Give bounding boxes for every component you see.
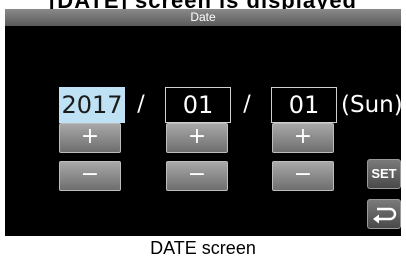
figure-caption: DATE screen [150, 238, 256, 258]
month-decrement-button[interactable]: − [166, 161, 228, 191]
date-separator: / [137, 92, 145, 117]
date-screen: Date 2017 / 01 / 01 (Sun) + + + − − − SE… [5, 9, 401, 236]
day-decrement-button[interactable]: − [272, 161, 334, 191]
date-separator: / [243, 92, 251, 117]
year-field[interactable]: 2017 [59, 87, 125, 123]
set-button[interactable]: SET [367, 159, 401, 189]
weekday-label: (Sun) [341, 92, 401, 118]
year-decrement-button[interactable]: − [59, 161, 121, 191]
month-increment-button[interactable]: + [166, 123, 228, 153]
screen-title: Date [5, 9, 401, 26]
month-field[interactable]: 01 [165, 87, 231, 123]
year-increment-button[interactable]: + [59, 123, 121, 153]
return-arrow-icon [373, 207, 397, 224]
back-button[interactable] [367, 199, 401, 229]
day-increment-button[interactable]: + [272, 123, 334, 153]
day-field[interactable]: 01 [271, 87, 337, 123]
